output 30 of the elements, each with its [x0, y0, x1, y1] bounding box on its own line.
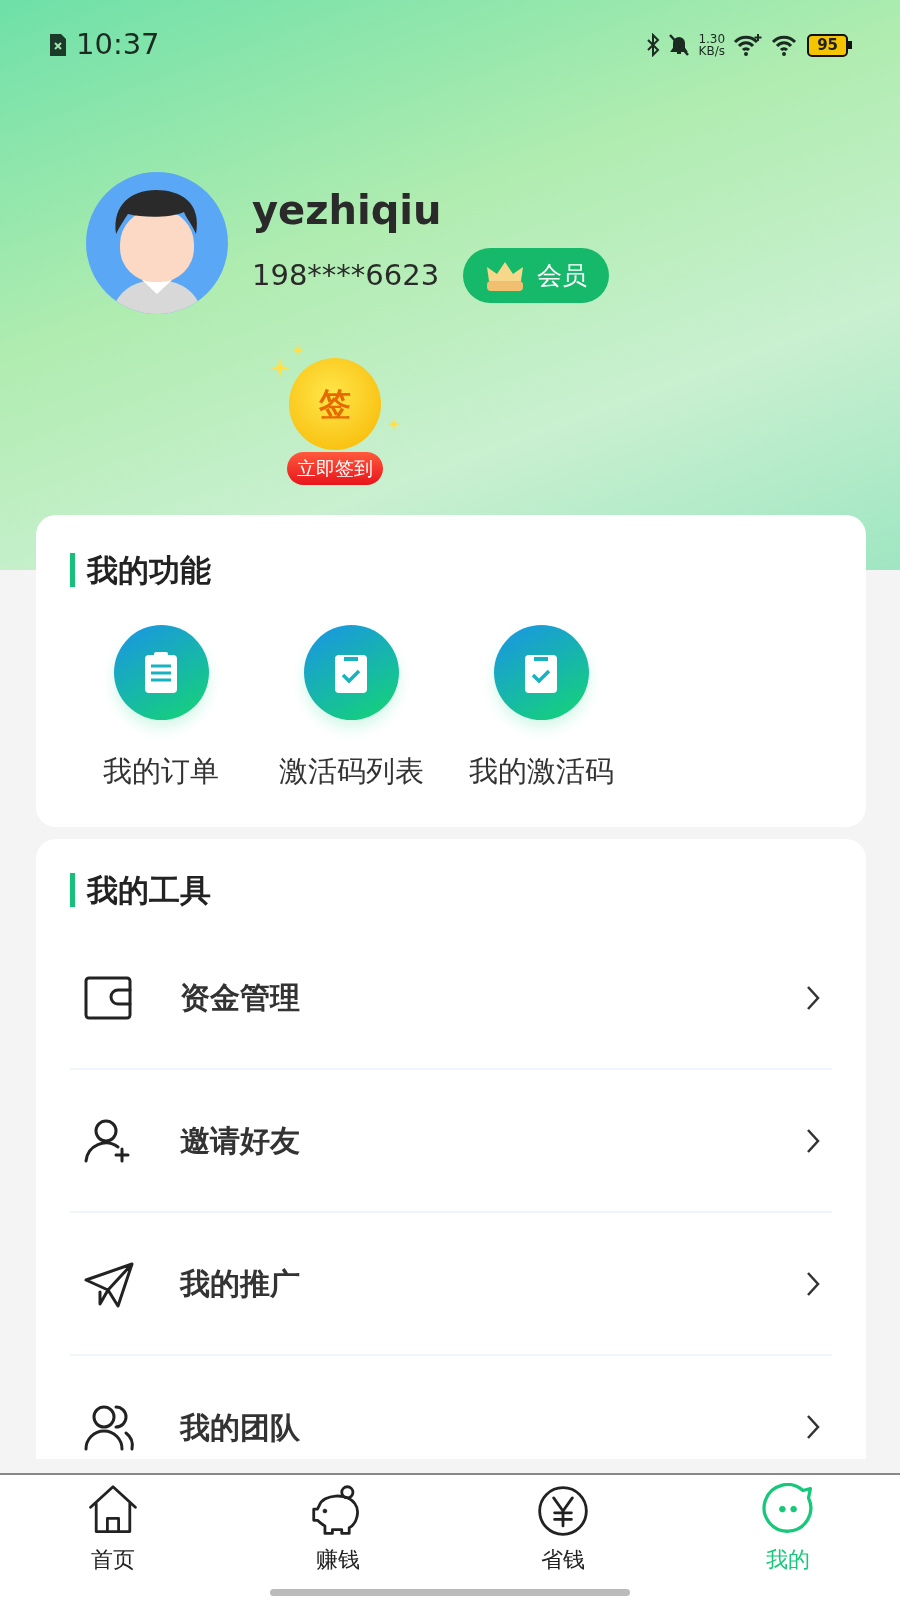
- tool-row[interactable]: 我的团队: [70, 1356, 832, 1466]
- tool-row[interactable]: 邀请好友: [70, 1070, 832, 1213]
- tool-row[interactable]: 资金管理: [70, 927, 832, 1070]
- username: yezhiqiu: [252, 186, 443, 235]
- network-speed: 1.30: [698, 33, 726, 45]
- section-title: 我的工具: [70, 873, 866, 907]
- battery-tip-icon: [848, 41, 852, 49]
- wifi-icon: [733, 33, 764, 57]
- tab-item[interactable]: 首页: [0, 1475, 225, 1600]
- feature-item[interactable]: 我的订单: [66, 624, 256, 793]
- chevron-right-icon: [806, 1270, 820, 1297]
- network-speed-unit: KB/s: [698, 45, 726, 57]
- section-title: 我的功能: [70, 552, 832, 587]
- status-time: 10:37: [76, 26, 160, 64]
- feature-item[interactable]: 我的激活码: [446, 624, 636, 793]
- feature-item[interactable]: 激活码列表: [256, 624, 446, 793]
- muted-bell-icon: [668, 33, 691, 57]
- sparkle-icon: [292, 344, 304, 356]
- sparkle-icon: [388, 418, 400, 430]
- sparkle-icon: [270, 358, 290, 378]
- chevron-right-icon: [806, 1414, 820, 1440]
- tab-item[interactable]: 省钱: [450, 1475, 675, 1600]
- chevron-right-icon: [806, 984, 820, 1011]
- phone-number: 198****6623: [252, 256, 440, 294]
- bluetooth-icon: [646, 33, 661, 57]
- chevron-right-icon: [806, 1127, 820, 1154]
- tool-row[interactable]: 我的推广: [70, 1213, 832, 1356]
- checkin-button[interactable]: 立即签到: [287, 452, 383, 485]
- sim-card-icon: [48, 32, 68, 58]
- tab-item[interactable]: 赚钱: [225, 1475, 450, 1600]
